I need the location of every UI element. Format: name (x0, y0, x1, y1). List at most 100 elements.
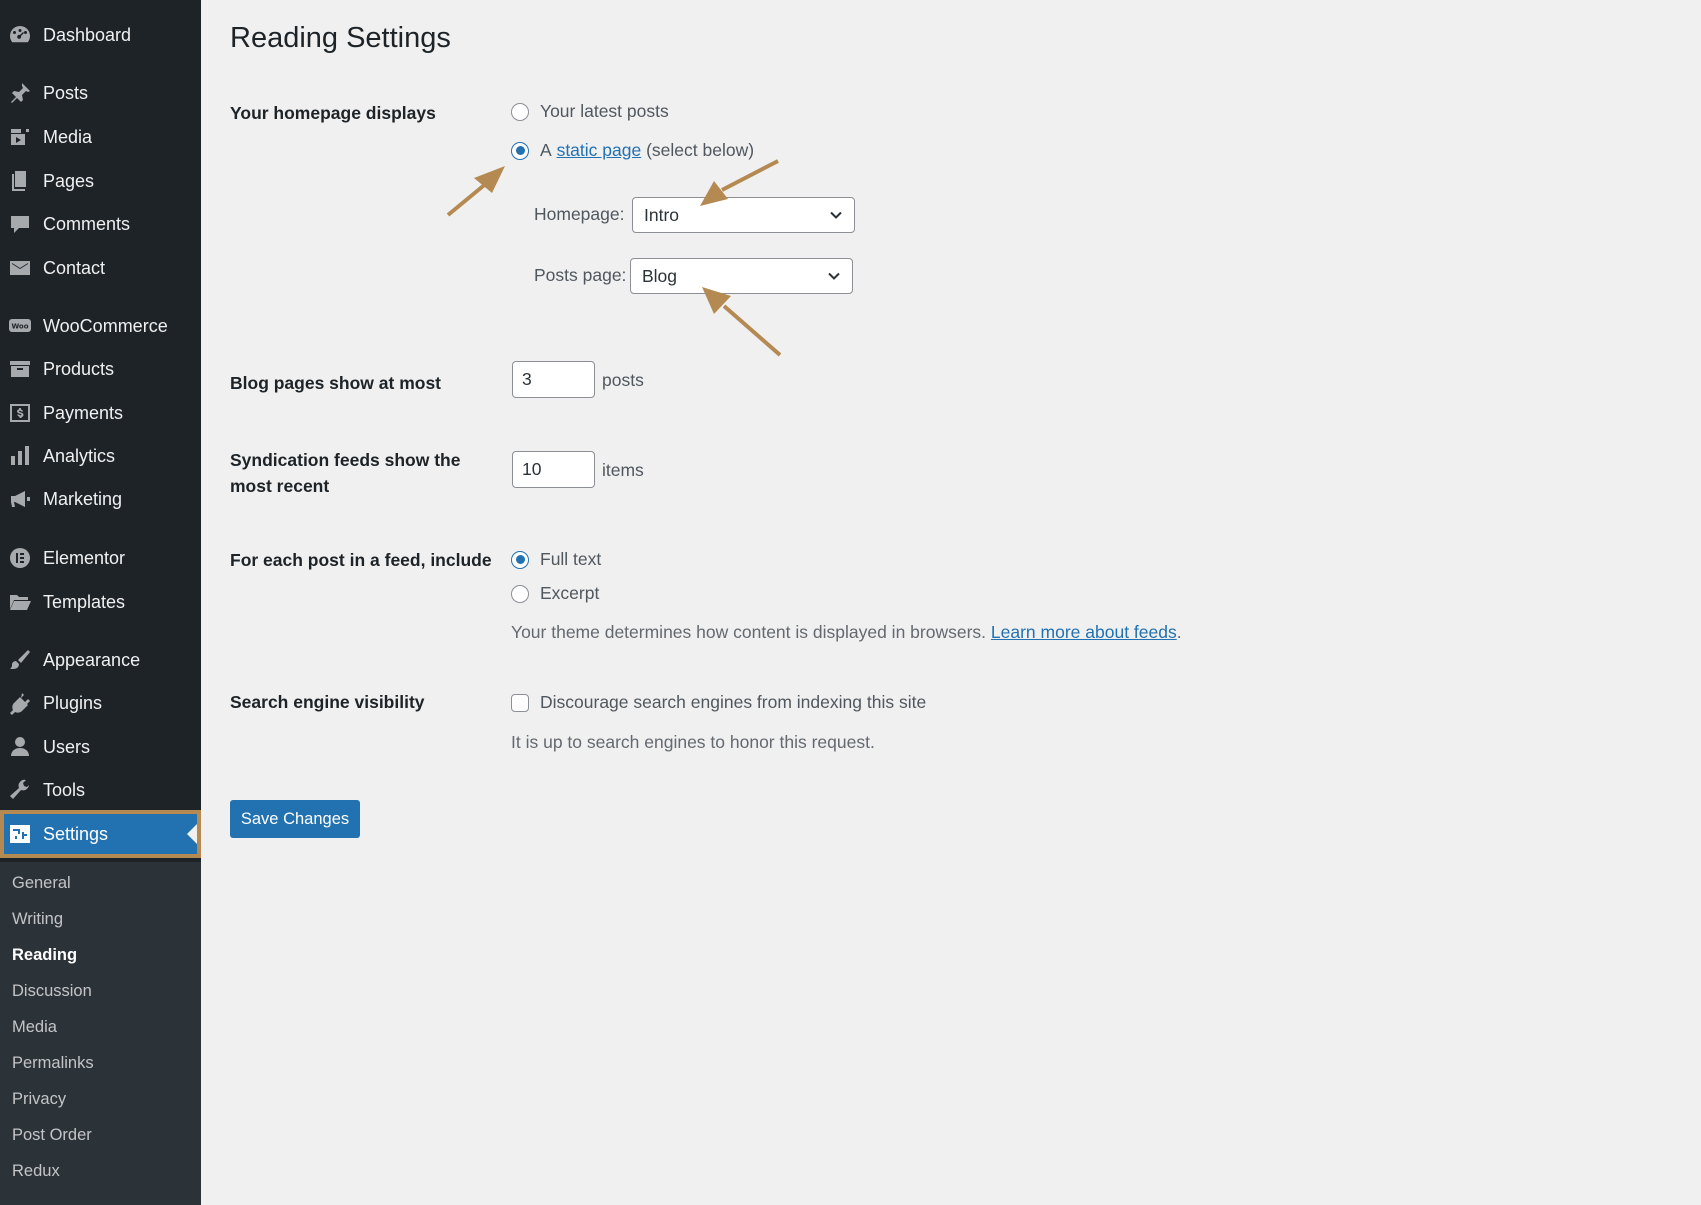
static-page-link[interactable]: static page (557, 140, 642, 161)
settings-content: Reading Settings Your homepage displays … (201, 0, 1701, 1205)
discourage-search-checkbox[interactable] (511, 693, 529, 712)
dollar-icon (7, 400, 33, 426)
homepage-select[interactable]: Intro (632, 197, 855, 233)
search-visibility-label: Search engine visibility (230, 692, 425, 712)
option-static-prefix: A (540, 140, 552, 160)
menu-item-dashboard[interactable]: Dashboard (0, 15, 201, 55)
feed-include-label: For each post in a feed, include (230, 550, 492, 570)
archive-icon (7, 356, 33, 382)
settings-submenu: General Writing Reading Discussion Media… (0, 862, 201, 1205)
menu-item-pages[interactable]: Pages (0, 161, 201, 201)
menu-item-label: Dashboard (43, 24, 132, 45)
menu-item-tools[interactable]: Tools (0, 770, 201, 810)
menu-item-products[interactable]: Products (0, 349, 201, 389)
menu-item-label: Elementor (43, 547, 126, 568)
submenu-item-general[interactable]: General (12, 874, 71, 893)
option-excerpt[interactable]: Excerpt (511, 583, 599, 604)
menu-item-label: Posts (43, 82, 89, 103)
submenu-item-post-order[interactable]: Post Order (12, 1126, 92, 1145)
menu-item-marketing[interactable]: Marketing (0, 479, 201, 519)
submenu-item-writing[interactable]: Writing (12, 910, 63, 929)
bar-chart-icon (7, 443, 33, 469)
posts-unit-label: posts (602, 370, 644, 390)
submenu-item-discussion[interactable]: Discussion (12, 982, 92, 1001)
submenu-item-media[interactable]: Media (12, 1018, 57, 1037)
envelope-icon (7, 255, 33, 281)
menu-item-templates[interactable]: Templates (0, 582, 201, 622)
menu-item-contact[interactable]: Contact (0, 248, 201, 288)
option-excerpt-label: Excerpt (540, 583, 600, 603)
folder-icon (7, 589, 33, 615)
menu-item-label: Plugins (43, 692, 103, 713)
pushpin-icon (7, 80, 33, 106)
elementor-icon (7, 545, 33, 571)
learn-more-feeds-link[interactable]: Learn more about feeds (991, 622, 1177, 642)
menu-item-label: Tools (43, 779, 86, 800)
menu-item-label: Appearance (43, 649, 141, 670)
submenu-item-permalinks[interactable]: Permalinks (12, 1054, 94, 1073)
menu-item-media[interactable]: Media (0, 117, 201, 157)
posts-per-page-input[interactable] (512, 361, 595, 398)
menu-item-settings[interactable]: Settings (0, 810, 201, 858)
comment-icon (7, 211, 33, 237)
chevron-down-icon (828, 272, 840, 280)
menu-item-label: Users (43, 736, 91, 757)
submenu-item-privacy[interactable]: Privacy (12, 1090, 66, 1109)
radio-latest-posts[interactable] (511, 102, 529, 121)
menu-item-analytics[interactable]: Analytics (0, 436, 201, 476)
menu-item-label: Analytics (43, 445, 116, 466)
submenu-item-reading[interactable]: Reading (12, 946, 77, 965)
wrench-icon (7, 777, 33, 803)
menu-item-posts[interactable]: Posts (0, 73, 201, 113)
pages-icon (7, 168, 33, 194)
menu-item-plugins[interactable]: Plugins (0, 683, 201, 723)
posts-page-select[interactable]: Blog (630, 258, 853, 294)
page-title: Reading Settings (230, 22, 451, 54)
option-latest-posts-label: Your latest posts (540, 101, 669, 121)
search-visibility-description: It is up to search engines to honor this… (511, 732, 875, 752)
blog-pages-label: Blog pages show at most (230, 373, 441, 393)
option-static-page[interactable]: A static page (select below) (511, 140, 754, 161)
menu-item-elementor[interactable]: Elementor (0, 538, 201, 578)
radio-full-text[interactable] (511, 550, 529, 569)
menu-item-label: Payments (43, 402, 124, 423)
megaphone-icon (7, 486, 33, 512)
feed-description-end: . (1176, 622, 1182, 642)
discourage-search-option[interactable]: Discourage search engines from indexing … (511, 692, 926, 713)
menu-item-label: Contact (43, 257, 106, 278)
homepage-displays-label: Your homepage displays (230, 103, 436, 123)
radio-static-page[interactable] (511, 141, 529, 160)
syndication-label-line2: most recent (230, 476, 330, 496)
option-latest-posts[interactable]: Your latest posts (511, 101, 669, 122)
svg-text:Woo: Woo (11, 323, 28, 331)
woocommerce-icon: Woo (7, 313, 33, 339)
save-changes-button[interactable]: Save Changes (230, 800, 360, 838)
menu-item-users[interactable]: Users (0, 727, 201, 767)
dashboard-icon (7, 22, 33, 48)
menu-item-label: Settings (43, 823, 109, 844)
feed-description: Your theme determines how content is dis… (511, 622, 1182, 643)
settings-icon (7, 821, 33, 847)
menu-item-comments[interactable]: Comments (0, 204, 201, 244)
menu-item-appearance[interactable]: Appearance (0, 640, 201, 680)
feed-items-input[interactable] (512, 451, 595, 488)
items-unit-label: items (602, 460, 644, 480)
syndication-label-line1: Syndication feeds show the (230, 450, 461, 470)
menu-item-label: WooCommerce (43, 315, 168, 336)
admin-sidebar: Dashboard Posts Media Pages Comments Con… (0, 0, 201, 1205)
homepage-select-value: Intro (644, 204, 680, 225)
menu-item-woocommerce[interactable]: Woo WooCommerce (0, 306, 201, 346)
brush-icon (7, 647, 33, 673)
menu-item-payments[interactable]: Payments (0, 393, 201, 433)
menu-item-label: Comments (43, 213, 131, 234)
user-icon (7, 734, 33, 760)
menu-item-label: Media (43, 126, 93, 147)
radio-excerpt[interactable] (511, 584, 529, 603)
menu-item-label: Pages (43, 170, 95, 191)
option-full-text[interactable]: Full text (511, 549, 601, 570)
option-full-text-label: Full text (540, 549, 602, 569)
plug-icon (7, 690, 33, 716)
menu-item-label: Templates (43, 591, 126, 612)
submenu-item-redux[interactable]: Redux (12, 1162, 60, 1181)
discourage-search-label: Discourage search engines from indexing … (540, 692, 927, 712)
